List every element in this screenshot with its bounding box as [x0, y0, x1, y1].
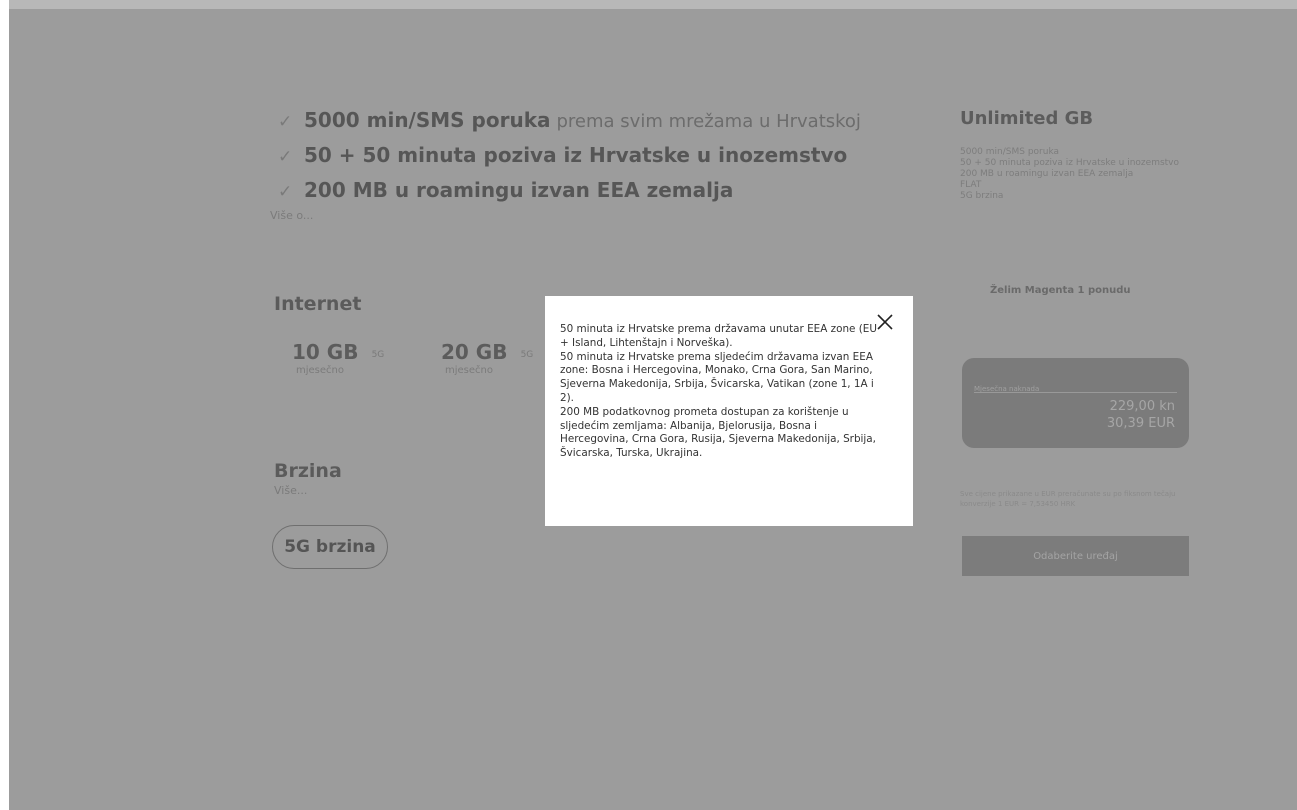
- plan-line: 5G brzina: [960, 191, 1004, 201]
- package-period: mjesečno: [296, 365, 344, 376]
- package-option[interactable]: 20 GB 5G mjesečno: [441, 340, 561, 400]
- brzina-more-link[interactable]: Više...: [274, 484, 307, 497]
- price-eur: 30,39 EUR: [1106, 416, 1175, 431]
- price-card: Mjesečna naknada 229,00 kn 30,39 EUR: [962, 358, 1189, 448]
- internet-title: Internet: [274, 293, 362, 315]
- price-hrk: 229,00 kn: [1109, 399, 1175, 414]
- price-divider: [974, 392, 1177, 393]
- conversion-note: Sve cijene prikazane u EUR preračunate s…: [960, 490, 1176, 508]
- choose-device-button[interactable]: Odaberite uređaj: [962, 536, 1189, 576]
- brzina-title: Brzina: [274, 460, 342, 482]
- package-network: 5G: [520, 349, 534, 360]
- plan-title: Unlimited GB: [960, 108, 1094, 129]
- feature-item: ✓ 5000 min/SMS poruka prema svim mrežama…: [278, 108, 878, 143]
- package-amount: 20 GB: [441, 340, 508, 364]
- package-network: 5G: [371, 349, 385, 360]
- plan-line: 5000 min/SMS poruka: [960, 147, 1060, 157]
- feature-light: prema svim mrežama u Hrvatskoj: [556, 111, 861, 132]
- feature-bold: 5000 min/SMS poruka: [304, 108, 551, 132]
- modal-text: 50 minuta iz Hrvatske prema državama unu…: [560, 323, 877, 460]
- features-list: ✓ 5000 min/SMS poruka prema svim mrežama…: [270, 108, 878, 222]
- magenta-offer-link[interactable]: Želim Magenta 1 ponudu: [990, 285, 1131, 296]
- check-icon: ✓: [278, 112, 293, 132]
- plan-line: 50 + 50 minuta poziva iz Hrvatske u inoz…: [960, 158, 1180, 168]
- check-icon: ✓: [278, 147, 293, 167]
- plan-line: 200 MB u roamingu izvan EEA zemalja: [960, 169, 1134, 179]
- package-period: mjesečno: [445, 365, 493, 376]
- feature-item: ✓ 200 MB u roamingu izvan EEA zemalja: [278, 178, 878, 213]
- plan-summary: Unlimited GB 5000 min/SMS poruka 50 + 50…: [960, 108, 1190, 202]
- check-icon: ✓: [278, 182, 293, 202]
- close-icon[interactable]: [875, 312, 895, 332]
- feature-item: ✓ 50 + 50 minuta poziva iz Hrvatske u in…: [278, 143, 878, 178]
- package-amount: 10 GB: [292, 340, 359, 364]
- info-modal: 50 minuta iz Hrvatske prema državama unu…: [545, 296, 913, 526]
- plan-line: FLAT: [960, 180, 982, 190]
- package-option[interactable]: 10 GB 5G mjesečno: [292, 340, 412, 400]
- page-edge-left: [0, 0, 9, 810]
- feature-bold: 200 MB u roamingu izvan EEA zemalja: [304, 178, 734, 202]
- speed-option-5g[interactable]: 5G brzina: [272, 525, 388, 569]
- features-more-link[interactable]: Više o...: [270, 209, 878, 222]
- feature-bold: 50 + 50 minuta poziva iz Hrvatske u inoz…: [304, 143, 848, 167]
- page-edge-top: [0, 0, 1297, 9]
